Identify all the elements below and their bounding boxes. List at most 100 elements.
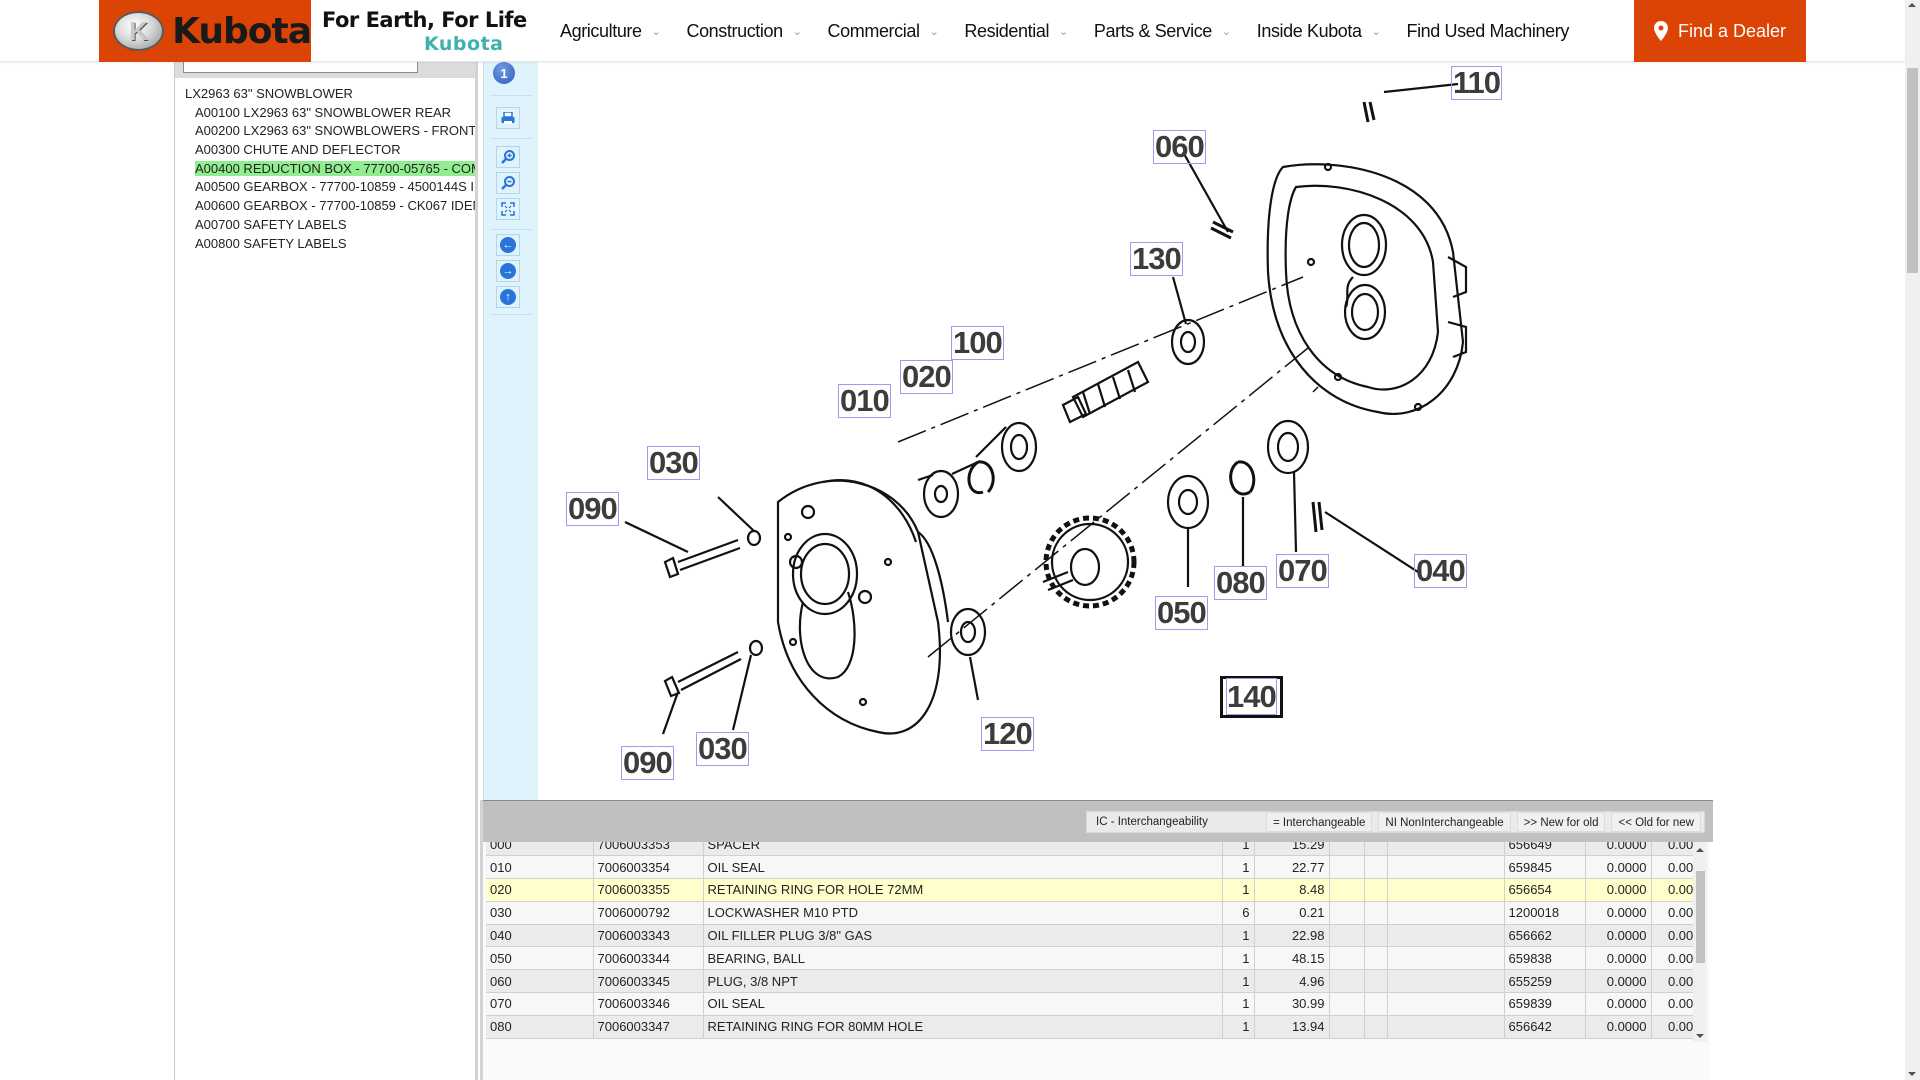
cell-v1: 0.0000 xyxy=(1585,1015,1652,1039)
map-pin-icon xyxy=(1653,21,1668,41)
kubota-logo[interactable]: K Kubota xyxy=(99,0,312,62)
callout-100[interactable]: 100 xyxy=(951,326,1004,360)
cell-qty: 1 xyxy=(1222,924,1255,948)
cell-c3 xyxy=(1387,842,1505,857)
toolbar-separator xyxy=(490,229,532,230)
tree-node-a00400-selected[interactable]: A00400 REDUCTION BOX - 77700-05765 - COM… xyxy=(185,160,475,179)
cell-description: BEARING, BALL xyxy=(703,946,1223,971)
up-level-button[interactable]: ↑ xyxy=(496,286,520,308)
parts-table-row[interactable]: 040 7006003343 OIL FILLER PLUG 3/8" GAS 1 22… xyxy=(486,924,1693,948)
callout-140[interactable]: 140 xyxy=(1220,676,1283,718)
nav-residential[interactable]: Residential ⌄ xyxy=(964,21,1068,42)
tagline-text: For Earth, For Life xyxy=(322,8,527,32)
callout-110[interactable]: 110 xyxy=(1451,66,1503,100)
scrollbar-thumb[interactable] xyxy=(1696,871,1705,963)
tree-root-node[interactable]: LX2963 63" SNOWBLOWER xyxy=(185,85,475,104)
cell-ref: 020 xyxy=(486,878,594,902)
cell-code: 656662 xyxy=(1504,924,1586,948)
tree-node-a00800[interactable]: A00800 SAFETY LABELS xyxy=(185,235,475,254)
cell-part-no: 7006003344 xyxy=(593,946,704,971)
callout-090-upper[interactable]: 090 xyxy=(566,492,619,526)
parts-table-row[interactable]: 060 7006003345 PLUG, 3/8 NPT 1 4.96 655259 0.0… xyxy=(486,969,1693,994)
tree-node-label: A00700 SAFETY LABELS xyxy=(195,216,347,232)
callout-010[interactable]: 010 xyxy=(838,384,891,418)
callout-060[interactable]: 060 xyxy=(1153,130,1206,164)
tree-node-a00100[interactable]: A00100 LX2963 63" SNOWBLOWER REAR xyxy=(185,104,475,123)
callout-020[interactable]: 020 xyxy=(900,360,953,394)
cell-code: 656649 xyxy=(1504,842,1586,857)
exploded-view-drawing xyxy=(624,82,1468,735)
callout-070[interactable]: 070 xyxy=(1276,554,1329,588)
arrow-up-icon: ↑ xyxy=(500,289,516,305)
cell-ic xyxy=(1329,1015,1365,1039)
cell-ref: 060 xyxy=(486,969,594,994)
nav-find-used-machinery[interactable]: Find Used Machinery xyxy=(1406,20,1569,42)
cell-c3 xyxy=(1387,924,1505,948)
cell-code: 1200018 xyxy=(1504,901,1586,925)
parts-table-row[interactable]: 030 7006000792 LOCKWASHER M10 PTD 6 0.21 1200… xyxy=(486,901,1693,925)
parts-table-row[interactable]: 000 7006003353 SPACER 1 15.29 656649 0.0000 0.0… xyxy=(486,842,1693,857)
cell-c3 xyxy=(1387,855,1505,880)
callout-040[interactable]: 040 xyxy=(1414,554,1467,588)
cell-description: SPACER xyxy=(703,842,1223,857)
legend-bar: IC - Interchangeability = Interchangeabl… xyxy=(483,806,1713,842)
callout-130[interactable]: 130 xyxy=(1130,242,1183,276)
fit-to-screen-button[interactable] xyxy=(496,198,520,220)
scroll-down-arrow-icon[interactable] xyxy=(1696,1034,1704,1038)
previous-page-button[interactable]: ← xyxy=(496,234,520,256)
scroll-up-arrow-icon[interactable] xyxy=(1908,3,1916,7)
cell-c2 xyxy=(1364,924,1388,948)
callout-120[interactable]: 120 xyxy=(981,717,1034,751)
parts-diagram[interactable]: 110 060 130 100 020 010 030 090 040 070 … xyxy=(538,62,1710,800)
zoom-out-button[interactable] xyxy=(496,172,520,194)
scroll-up-arrow-icon[interactable] xyxy=(1696,848,1704,852)
zoom-out-icon xyxy=(501,176,515,190)
parts-table-scrollbar[interactable] xyxy=(1693,842,1707,1042)
callout-030-lower[interactable]: 030 xyxy=(696,732,749,766)
toolbar-separator xyxy=(490,138,532,139)
cell-price: 22.98 xyxy=(1254,924,1330,948)
cell-part-no: 7006003343 xyxy=(593,924,704,948)
parts-table-row[interactable]: 080 7006003347 RETAINING RING FOR 80MM HOL… xyxy=(486,1015,1693,1039)
printer-icon xyxy=(501,111,515,124)
print-button[interactable] xyxy=(496,107,520,129)
callout-030-upper[interactable]: 030 xyxy=(647,446,700,480)
next-page-button[interactable]: → xyxy=(496,260,520,282)
callout-050[interactable]: 050 xyxy=(1155,596,1208,630)
tree-node-a00500[interactable]: A00500 GEARBOX - 77700-10859 - 4500144S … xyxy=(185,178,475,197)
nav-construction[interactable]: Construction ⌄ xyxy=(686,21,801,42)
scroll-down-arrow-icon[interactable] xyxy=(1908,1072,1916,1076)
parts-table-viewport: 000 7006003353 SPACER 1 15.29 656649 0.0000 0.0… xyxy=(486,842,1693,1044)
drive-gear xyxy=(1042,515,1137,609)
parts-table-row[interactable]: 020 7006003355 RETAINING RING FOR HOLE 72M… xyxy=(486,878,1693,902)
callout-090-lower[interactable]: 090 xyxy=(621,746,674,780)
tree-node-a00200[interactable]: A00200 LX2963 63" SNOWBLOWERS - FRONT xyxy=(185,122,475,141)
scrollbar-thumb[interactable] xyxy=(1907,68,1918,273)
parts-table-row[interactable]: 010 7006003354 OIL SEAL 1 22.77 659845 0.0000 0… xyxy=(486,855,1693,880)
tree-node-label: A00300 CHUTE AND DEFLECTOR xyxy=(195,142,401,158)
nav-inside-kubota[interactable]: Inside Kubota ⌄ xyxy=(1257,21,1381,42)
zoom-in-button[interactable] xyxy=(496,146,520,168)
legend-title: IC - Interchangeability xyxy=(1096,816,1208,828)
callout-080[interactable]: 080 xyxy=(1214,566,1267,600)
cell-ref: 080 xyxy=(486,1015,594,1039)
nav-commercial[interactable]: Commercial ⌄ xyxy=(828,21,939,42)
nav-agriculture[interactable]: Agriculture ⌄ xyxy=(560,20,661,42)
cell-part-no: 7006003347 xyxy=(593,1015,704,1039)
tree-node-a00700[interactable]: A00700 SAFETY LABELS xyxy=(185,216,475,235)
page-scrollbar[interactable] xyxy=(1905,0,1920,1080)
nav-parts-service[interactable]: Parts & Service ⌄ xyxy=(1094,21,1231,42)
chevron-down-icon: ⌄ xyxy=(651,25,661,38)
parts-table-row[interactable]: 050 7006003344 BEARING, BALL 1 48.15 659838 0.… xyxy=(486,946,1693,971)
cell-v2: 0.000 xyxy=(1651,878,1693,902)
parts-table-row[interactable]: 070 7006003346 OIL SEAL 1 30.99 659839 0.0000 0… xyxy=(486,992,1693,1016)
nav-label: Agriculture xyxy=(560,20,642,41)
find-dealer-button[interactable]: Find a Dealer xyxy=(1634,0,1806,62)
tree-node-a00300[interactable]: A00300 CHUTE AND DEFLECTOR xyxy=(185,141,475,160)
nav-label: Find Used Machinery xyxy=(1406,20,1569,41)
cell-ref: 050 xyxy=(486,946,594,971)
cell-description: OIL FILLER PLUG 3/8" GAS xyxy=(703,924,1223,948)
tree-node-a00600[interactable]: A00600 GEARBOX - 77700-10859 - CK067 IDE… xyxy=(185,197,475,216)
cell-qty: 1 xyxy=(1222,842,1255,857)
cell-c2 xyxy=(1364,992,1388,1016)
